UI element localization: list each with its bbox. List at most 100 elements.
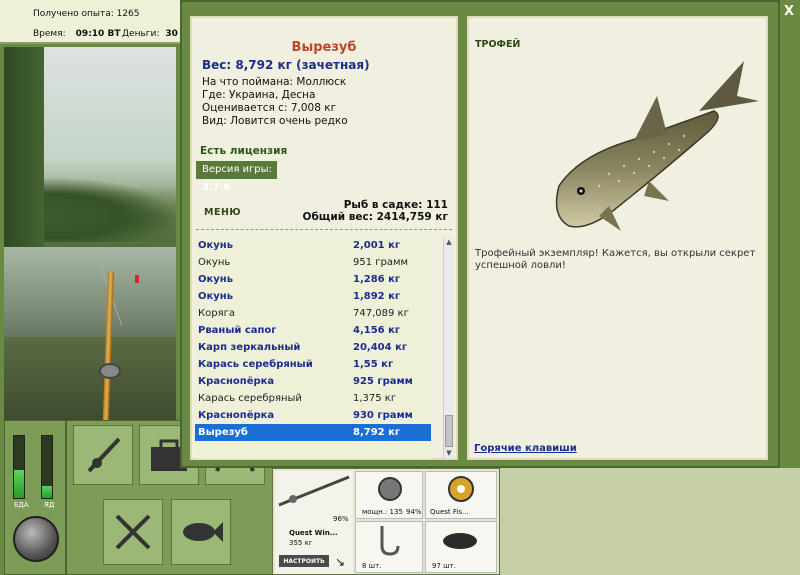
reel-icon [378, 477, 402, 501]
food-meter [13, 435, 25, 499]
trophy-panel: ТРОФЕЙ Трофейный экземпляр! Кажется, вы … [467, 16, 768, 460]
scroll-up-icon[interactable]: ▲ [444, 237, 454, 248]
list-item-name: Коряга [198, 308, 235, 319]
list-item-name: Карась серебряный [198, 359, 313, 370]
fish-icon[interactable] [171, 499, 231, 565]
list-item-name: Окунь [198, 257, 231, 268]
mussel-icon [443, 533, 477, 549]
list-item-name: Вырезуб [198, 427, 248, 438]
bait-info: На что поймана: Моллюск [202, 76, 347, 88]
menu-button[interactable]: МЕНЮ [204, 207, 241, 218]
trophy-threshold-info: Оценивается с: 7,008 кг [202, 102, 337, 114]
cauldron-icon[interactable] [13, 516, 59, 562]
rod-slot[interactable]: 96% Quest Win... 355 кг НАСТРОИТЬ ↘ [275, 471, 353, 574]
version-value: 3.7.6 [202, 182, 231, 193]
status-bar: Получено опыта: 1265 Время: 09:10 ВТ День… [0, 0, 180, 44]
fish-name: Вырезуб [291, 40, 357, 55]
food-icon[interactable] [103, 499, 163, 565]
shore-grass [4, 337, 176, 420]
float-bobber [135, 275, 139, 283]
list-item-weight: 1,286 кг [353, 274, 401, 285]
list-item[interactable]: Рваный сапог 4,156 кг [195, 322, 431, 339]
poison-meter [41, 435, 53, 499]
keepnet-count: Рыб в садке: 111 [343, 199, 448, 211]
catch-list[interactable]: Окунь 2,001 кг Окунь 951 грамм Окунь 1,286 кг… [195, 237, 431, 459]
money-display: Деньги: 30 [122, 29, 178, 39]
hotkeys-link[interactable]: Горячие клавиши [474, 443, 577, 454]
bait-count: 97 шт. [432, 562, 456, 570]
hook-slot[interactable]: 8 шт. [355, 521, 423, 573]
list-item-name: Рваный сапог [198, 325, 277, 336]
list-item-weight: 1,55 кг [353, 359, 394, 370]
keepnet-summary: Рыб в садке: 111 Общий вес: 2414,759 кг [303, 199, 448, 223]
poison-label: ЯД [44, 501, 55, 509]
catch-list-scrollbar[interactable]: ▲ ▼ [443, 237, 454, 459]
game-window: Получено опыта: 1265 Время: 09:10 ВТ День… [0, 0, 800, 575]
list-item[interactable]: Окунь 1,286 кг [195, 271, 431, 288]
list-item[interactable]: Окунь 2,001 кг [195, 237, 431, 254]
close-button[interactable]: X [781, 4, 797, 20]
rod-durability: 96% [333, 515, 349, 523]
list-item-weight: 2,001 кг [353, 240, 401, 251]
list-item-weight: 1,892 кг [353, 291, 401, 302]
scroll-down-icon[interactable]: ▼ [444, 448, 454, 459]
money-label: Деньги: [122, 29, 160, 39]
status-meters: ЕДА ЯД [4, 420, 66, 575]
keepnet-total-weight: Общий вес: 2414,759 кг [302, 211, 448, 223]
list-item-name: Окунь [198, 274, 234, 285]
fishing-scene[interactable] [4, 47, 176, 420]
reel-durability: 94% [406, 508, 422, 516]
expand-arrow-icon[interactable]: ↘ [335, 555, 345, 569]
food-label: ЕДА [14, 501, 29, 509]
list-item-name: Окунь [198, 240, 234, 251]
rod-name: Quest Win... [289, 529, 338, 537]
list-item-weight: 747,089 кг [353, 308, 409, 319]
money-value: 30 [165, 29, 178, 39]
list-item[interactable]: Окунь 1,892 кг [195, 288, 431, 305]
rod-weight: 355 кг [289, 539, 313, 547]
trophy-title: ТРОФЕЙ [475, 39, 521, 50]
list-item-weight: 4,156 кг [353, 325, 401, 336]
hook-icon [380, 526, 400, 556]
list-item[interactable]: Вырезуб 8,792 кг [195, 424, 431, 441]
trees [4, 47, 44, 247]
license-status: Есть лицензия [200, 145, 288, 157]
list-item-weight: 8,792 кг [353, 427, 401, 438]
time-display: Время: 09:10 ВТ [33, 29, 120, 39]
xp-text: Получено опыта: 1265 [33, 9, 140, 19]
divider [196, 229, 452, 230]
setup-button[interactable]: НАСТРОИТЬ [279, 555, 329, 567]
food-meter-fill [14, 470, 24, 498]
list-item-name: Карп зеркальный [198, 342, 301, 353]
list-item[interactable]: Краснопёрка 925 грамм [195, 373, 431, 390]
rod-icon [278, 475, 350, 507]
water [4, 247, 176, 347]
list-item[interactable]: Карась серебряный 1,55 кг [195, 356, 431, 373]
rod-tool-icon[interactable] [73, 425, 133, 485]
list-item[interactable]: Карп зеркальный 20,404 кг [195, 339, 431, 356]
location-info: Где: Украина, Десна [202, 89, 316, 101]
fish-weight: Вес: 8,792 кг (зачетная) [202, 58, 370, 72]
list-item-weight: 20,404 кг [353, 342, 408, 353]
reel [99, 363, 121, 379]
tackle-panel: 96% Quest Win... 355 кг НАСТРОИТЬ ↘ мощн… [272, 468, 500, 575]
list-item-weight: 1,375 кг [353, 393, 397, 404]
hook-count: 8 шт. [362, 562, 382, 570]
time-label: Время: [33, 29, 66, 39]
list-item[interactable]: Окунь 951 грамм [195, 254, 431, 271]
list-item[interactable]: Краснопёрка 930 грамм [195, 407, 431, 424]
fish-illustration [555, 61, 759, 231]
list-item[interactable]: Карась серебряный 1,375 кг [195, 390, 431, 407]
time-value: 09:10 ВТ [75, 29, 121, 39]
info-area [500, 468, 800, 575]
reel-power: мощн.: 135 [362, 508, 403, 516]
scroll-thumb[interactable] [445, 415, 453, 447]
poison-meter-fill [42, 485, 52, 498]
list-item-weight: 951 грамм [353, 257, 409, 268]
version-badge: Версия игры: 3.7.6 [196, 161, 277, 193]
reel-slot[interactable]: мощн.: 135 94% [355, 471, 423, 519]
bait-slot[interactable]: 97 шт. [425, 521, 497, 573]
list-item[interactable]: Коряга 747,089 кг [195, 305, 431, 322]
line-slot[interactable]: Quest Fis... [425, 471, 497, 519]
list-item-name: Карась серебряный [198, 393, 302, 404]
